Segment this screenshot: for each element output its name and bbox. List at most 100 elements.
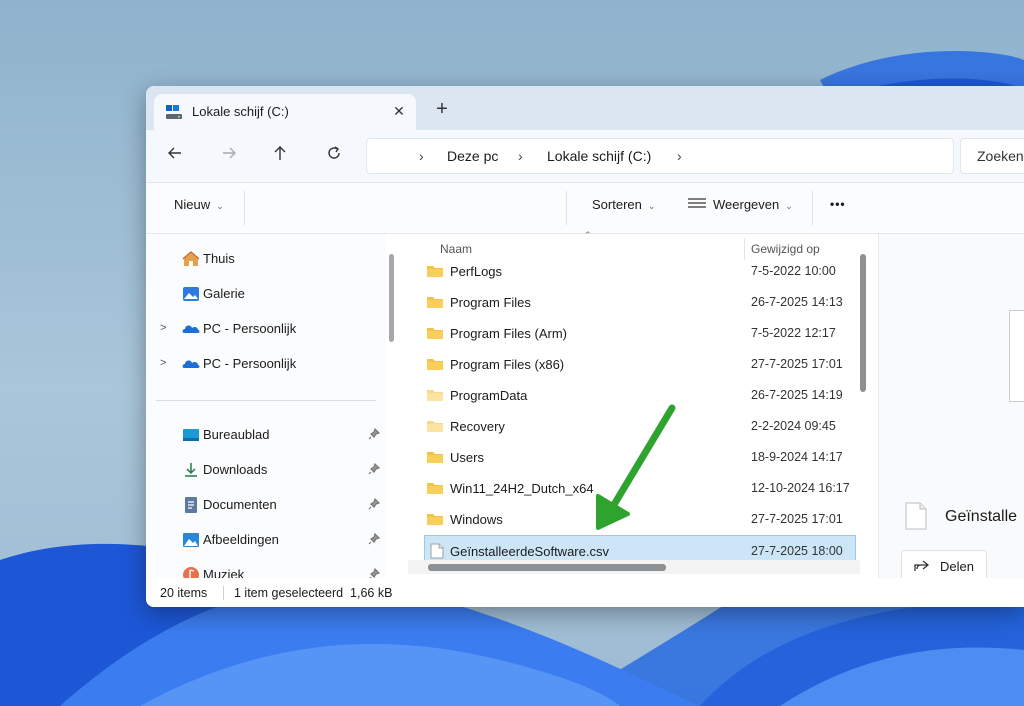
search-input[interactable]: Zoeken	[960, 138, 1024, 174]
file-name: Program Files	[450, 295, 531, 310]
file-row[interactable]: PerfLogs 7-5-2022 10:00	[408, 256, 859, 286]
more-options-button[interactable]: •••	[830, 197, 846, 219]
toolbar-divider	[244, 191, 245, 225]
chevron-down-icon: ⌄	[785, 201, 793, 211]
sidebar-item-thuis[interactable]: Thuis	[146, 244, 386, 274]
breadcrumb-deze-pc[interactable]: Deze pc	[447, 148, 498, 164]
chevron-down-icon: ⌄	[216, 201, 224, 211]
sidebar-item-afbeeldingen[interactable]: Afbeeldingen	[146, 525, 386, 555]
file-name: ProgramData	[450, 388, 528, 403]
address-bar-row: › Deze pc › Lokale schijf (C:) › Zoeken	[146, 130, 1024, 183]
arrow-up-icon	[274, 146, 286, 160]
folder-icon	[426, 356, 444, 372]
sidebar-item-pc-persoonlijk[interactable]: > PC - Persoonlijk	[146, 314, 386, 344]
home-icon	[182, 251, 200, 266]
desktop-icon	[183, 429, 199, 441]
sidebar-item-galerie[interactable]: Galerie	[146, 279, 386, 309]
chevron-right-icon[interactable]: >	[160, 357, 166, 369]
view-button[interactable]: Weergeven ⌄	[688, 197, 793, 219]
file-row[interactable]: Program Files (Arm) 7-5-2022 12:17	[408, 318, 859, 348]
drive-icon	[166, 105, 182, 119]
share-label: Delen	[940, 559, 974, 574]
chevron-right-icon[interactable]: >	[160, 322, 166, 334]
onedrive-cloud-icon	[182, 325, 200, 333]
column-header-modified[interactable]: Gewijzigd op	[751, 242, 820, 256]
sidebar-item-label: PC - Persoonlijk	[203, 356, 297, 371]
sidebar-item-pc-persoonlijk[interactable]: > PC - Persoonlijk	[146, 349, 386, 379]
view-list-icon	[688, 198, 706, 208]
file-name: Program Files (Arm)	[450, 326, 568, 341]
pin-icon[interactable]	[368, 498, 380, 510]
file-explorer-window: Lokale schijf (C:) ✕ + › Deze pc › Lokal…	[146, 86, 1024, 607]
sidebar-item-label: Downloads	[203, 462, 268, 477]
sidebar-item-label: Thuis	[203, 251, 235, 266]
file-name: Users	[450, 450, 484, 465]
arrow-right-icon	[223, 147, 236, 159]
folder-icon	[426, 511, 444, 527]
selection-info: 1 item geselecteerd 1,66 kB	[234, 586, 393, 600]
vertical-scrollbar[interactable]	[860, 254, 866, 392]
onedrive-cloud-icon	[182, 360, 200, 368]
pin-icon[interactable]	[368, 533, 380, 545]
file-row[interactable]: Win11_24H2_Dutch_x64 12-10-2024 16:17	[408, 473, 859, 503]
pin-icon[interactable]	[368, 428, 380, 440]
file-modified-date: 26-7-2025 14:19	[751, 388, 843, 402]
sort-label: Sorteren	[592, 197, 642, 212]
up-button[interactable]	[267, 144, 293, 168]
back-button[interactable]	[162, 144, 188, 168]
file-modified-date: 2-2-2024 09:45	[751, 419, 836, 433]
pin-icon[interactable]	[368, 463, 380, 475]
gallery-icon	[183, 287, 199, 301]
file-list: ⌃ Naam Gewijzigd op PerfLogs 7-5-2022 10:…	[408, 230, 874, 578]
folder-icon	[426, 449, 444, 465]
sidebar-scrollbar[interactable]	[389, 254, 394, 342]
sidebar-item-bureaublad[interactable]: Bureaublad	[146, 420, 386, 450]
item-count: 20 items	[160, 586, 208, 600]
breadcrumb-lokale-schijf[interactable]: Lokale schijf (C:)	[547, 148, 651, 164]
file-name: Win11_24H2_Dutch_x64	[450, 481, 594, 496]
new-button[interactable]: Nieuw ⌄	[174, 197, 224, 219]
file-row[interactable]: ProgramData 26-7-2025 14:19	[408, 380, 859, 410]
chevron-right-icon: ›	[677, 148, 682, 164]
column-header-name[interactable]: Naam	[440, 242, 472, 256]
file-row[interactable]: Recovery 2-2-2024 09:45	[408, 411, 859, 441]
file-name: Program Files (x86)	[450, 357, 565, 372]
sidebar-divider	[156, 400, 376, 401]
file-row[interactable]: Program Files 26-7-2025 14:13	[408, 287, 859, 317]
toolbar-divider	[566, 191, 567, 225]
sidebar-item-documenten[interactable]: Documenten	[146, 490, 386, 520]
command-bar: Nieuw ⌄ Sorteren ⌄ Weergeven ⌄ •••	[146, 183, 1024, 234]
file-row[interactable]: Windows 27-7-2025 17:01	[408, 504, 859, 534]
folder-icon	[426, 387, 444, 403]
share-icon	[914, 560, 930, 571]
title-bar: Lokale schijf (C:) ✕ +	[146, 86, 1024, 130]
file-row[interactable]: Users 18-9-2024 14:17	[408, 442, 859, 472]
folder-icon	[426, 480, 444, 496]
documents-icon	[185, 497, 197, 513]
folder-icon	[426, 294, 444, 310]
file-modified-date: 26-7-2025 14:13	[751, 295, 843, 309]
chevron-right-icon: ›	[518, 148, 523, 164]
sidebar-item-label: Bureaublad	[203, 427, 270, 442]
file-modified-date: 18-9-2024 14:17	[751, 450, 843, 464]
navigation-pane: Thuis Galerie > PC - Persoonlijk > PC - …	[146, 234, 386, 583]
refresh-button[interactable]	[321, 144, 347, 168]
file-modified-date: 7-5-2022 10:00	[751, 264, 836, 278]
close-tab-icon[interactable]: ✕	[388, 100, 410, 122]
csv-file-icon	[430, 543, 448, 559]
details-pane: Geïnstalle Delen	[878, 234, 1024, 582]
forward-button[interactable]	[216, 144, 242, 168]
new-tab-button[interactable]: +	[430, 98, 454, 122]
sidebar-item-label: Afbeeldingen	[203, 532, 279, 547]
folder-icon	[426, 418, 444, 434]
file-row[interactable]: Program Files (x86) 27-7-2025 17:01	[408, 349, 859, 379]
breadcrumb[interactable]: › Deze pc › Lokale schijf (C:) ›	[366, 138, 954, 174]
sort-button[interactable]: Sorteren ⌄	[592, 197, 655, 219]
file-modified-date: 27-7-2025 18:00	[751, 544, 843, 558]
tab-lokale-schijf[interactable]: Lokale schijf (C:) ✕	[154, 94, 416, 130]
status-divider	[223, 586, 224, 600]
file-modified-date: 27-7-2025 17:01	[751, 357, 843, 371]
horizontal-scrollbar[interactable]	[428, 564, 666, 571]
sidebar-item-downloads[interactable]: Downloads	[146, 455, 386, 485]
toolbar-divider	[812, 191, 813, 225]
